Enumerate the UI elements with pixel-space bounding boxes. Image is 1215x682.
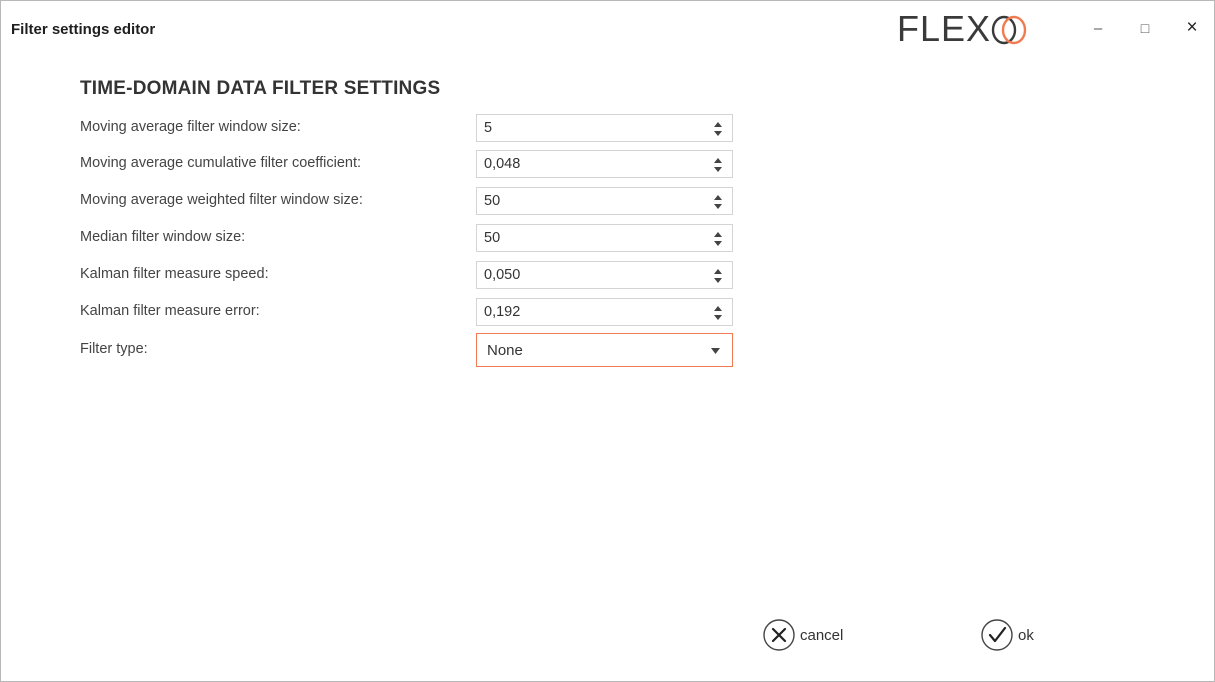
maximize-icon: □ bbox=[1140, 20, 1150, 36]
numeric-spinner[interactable]: 5 bbox=[476, 114, 733, 142]
spinner-value[interactable]: 50 bbox=[484, 230, 500, 246]
interlocking-rings-icon bbox=[991, 15, 1027, 45]
field-row-kalman-error: Kalman filter measure error: 0,192 bbox=[80, 298, 740, 328]
spinner-value[interactable]: 0,048 bbox=[484, 156, 520, 172]
field-label: Kalman filter measure speed: bbox=[80, 266, 269, 282]
check-circle-icon bbox=[981, 619, 1013, 651]
numeric-spinner[interactable]: 50 bbox=[476, 187, 733, 215]
numeric-spinner[interactable]: 0,048 bbox=[476, 150, 733, 178]
ok-button[interactable]: ok bbox=[980, 618, 1034, 652]
spinner-value[interactable]: 0,192 bbox=[484, 304, 520, 320]
up-down-arrows-icon[interactable] bbox=[713, 267, 723, 285]
field-row-filter-type: Filter type: None bbox=[80, 333, 740, 369]
up-down-arrows-icon[interactable] bbox=[713, 230, 723, 248]
ok-label: ok bbox=[1018, 626, 1034, 644]
up-down-arrows-icon[interactable] bbox=[713, 193, 723, 211]
field-label: Moving average weighted filter window si… bbox=[80, 192, 363, 208]
field-row-moving-average-weighted: Moving average weighted filter window si… bbox=[80, 187, 740, 217]
section-title: TIME-DOMAIN DATA FILTER SETTINGS bbox=[80, 78, 441, 99]
up-down-arrows-icon[interactable] bbox=[713, 304, 723, 322]
field-row-kalman-speed: Kalman filter measure speed: 0,050 bbox=[80, 261, 740, 291]
minimize-icon: – bbox=[1093, 19, 1103, 37]
field-row-moving-average-window: Moving average filter window size: 5 bbox=[80, 114, 740, 144]
close-button[interactable]: × bbox=[1174, 13, 1210, 43]
flexoo-logo: FLEX bbox=[897, 9, 1033, 49]
up-down-arrows-icon[interactable] bbox=[713, 120, 723, 138]
numeric-spinner[interactable]: 0,192 bbox=[476, 298, 733, 326]
up-down-arrows-icon[interactable] bbox=[713, 156, 723, 174]
minimize-button[interactable]: – bbox=[1080, 13, 1116, 43]
field-label: Kalman filter measure error: bbox=[80, 303, 260, 319]
spinner-value[interactable]: 5 bbox=[484, 120, 492, 136]
maximize-button[interactable]: □ bbox=[1127, 13, 1163, 43]
field-row-moving-average-cumulative: Moving average cumulative filter coeffic… bbox=[80, 150, 740, 180]
chevron-down-icon bbox=[711, 348, 720, 354]
close-icon: × bbox=[1186, 17, 1198, 38]
spinner-value[interactable]: 0,050 bbox=[484, 267, 520, 283]
field-label: Filter type: bbox=[80, 341, 148, 357]
filter-type-dropdown[interactable]: None bbox=[476, 333, 733, 367]
spinner-value[interactable]: 50 bbox=[484, 193, 500, 209]
field-row-median-window: Median filter window size: 50 bbox=[80, 224, 740, 254]
x-circle-icon bbox=[763, 619, 795, 651]
cancel-label: cancel bbox=[800, 626, 844, 644]
window-title: Filter settings editor bbox=[11, 21, 156, 38]
logo-text: FLEX bbox=[897, 8, 992, 49]
filter-settings-window: Filter settings editor FLEX – □ × TIME-D… bbox=[0, 0, 1215, 682]
cancel-button[interactable]: cancel bbox=[762, 618, 843, 652]
field-label: Moving average cumulative filter coeffic… bbox=[80, 155, 362, 171]
title-bar[interactable]: Filter settings editor FLEX – □ × bbox=[1, 1, 1214, 51]
field-label: Moving average filter window size: bbox=[80, 119, 301, 135]
field-label: Median filter window size: bbox=[80, 229, 246, 245]
dropdown-selected-value: None bbox=[487, 342, 523, 359]
numeric-spinner[interactable]: 50 bbox=[476, 224, 733, 252]
numeric-spinner[interactable]: 0,050 bbox=[476, 261, 733, 289]
